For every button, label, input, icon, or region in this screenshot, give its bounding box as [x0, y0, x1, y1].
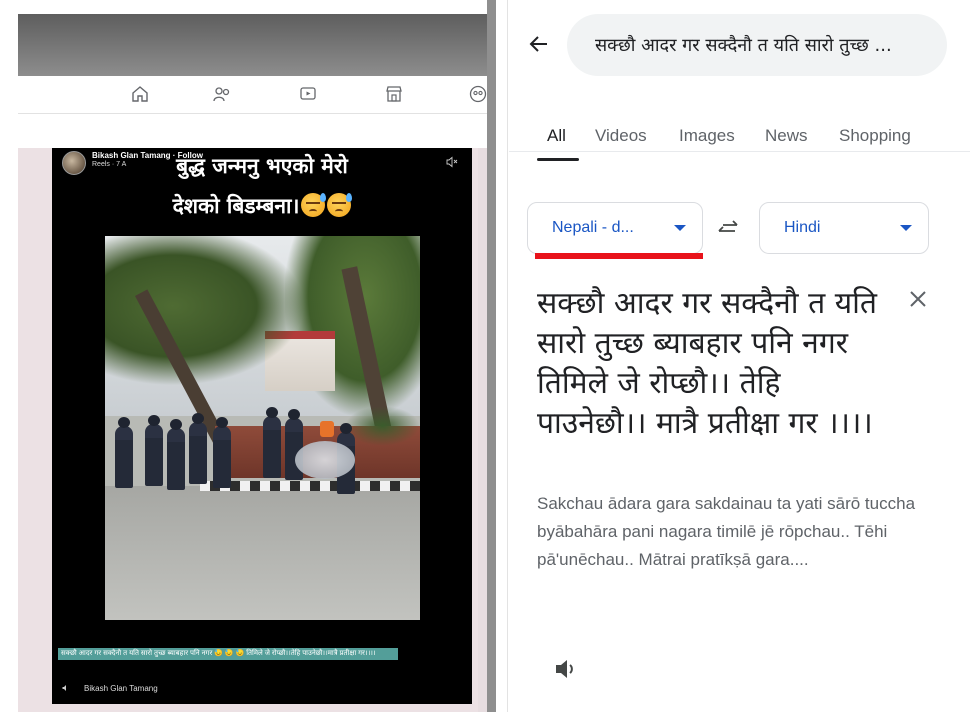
transliteration: Sakchau ādara gara sakdainau ta yati sār… [537, 494, 916, 569]
search-tabs: All Videos Images News Shopping [509, 118, 970, 152]
tab-images[interactable]: Images [679, 126, 735, 146]
tab-shopping[interactable]: Shopping [839, 126, 911, 146]
tab-news[interactable]: News [765, 126, 808, 146]
active-tab-indicator [537, 158, 579, 161]
pane-gutter [496, 0, 508, 712]
scrollbar[interactable] [478, 148, 487, 712]
reel-title-line-1: बुद्ध जन्मनु भएको मेरो [52, 152, 472, 180]
facebook-subbar [18, 114, 487, 148]
tab-all[interactable]: All [547, 126, 566, 146]
reel-footer: Bikash Glan Tamang [62, 684, 158, 693]
facebook-nav-bar [18, 76, 487, 114]
sad-sweat-emoji-icon [327, 193, 353, 217]
browser-top-bar [18, 14, 487, 76]
reel-title-text-1: बुद्ध जन्मनु भएको मेरो [176, 154, 348, 178]
reel-player[interactable]: Bikash Glan Tamang · Follow Reels · 7 A … [52, 148, 472, 704]
target-language-select[interactable]: Hindi [759, 202, 929, 254]
facebook-reel-pane: Bikash Glan Tamang · Follow Reels · 7 A … [0, 0, 487, 712]
target-language-label: Hindi [784, 219, 821, 236]
reel-caption: सक्छौ आदर गर सक्दैनौ त यति सारो तुच्छ ब्… [58, 648, 398, 660]
home-icon[interactable] [130, 84, 150, 104]
annotation-underline [535, 253, 703, 259]
reel-title-text-2: देशको बिडम्बना। [172, 194, 300, 218]
chevron-down-icon [900, 225, 912, 231]
search-input[interactable]: सक्छौ आदर गर सक्दैनौ त यति सारो तुच्छ ..… [567, 14, 947, 76]
speaker-icon[interactable] [62, 684, 70, 692]
speaker-icon[interactable] [553, 656, 579, 682]
tab-videos[interactable]: Videos [595, 126, 647, 146]
window-divider[interactable] [487, 0, 496, 712]
source-text[interactable]: सक्छौ आदर गर सक्दैनौ त यति सारो तुच्छ ब्… [537, 284, 885, 444]
source-language-select[interactable]: Nepali - d... [527, 202, 703, 254]
search-query[interactable]: सक्छौ आदर गर सक्दैनौ त यति सारो तुच्छ ..… [595, 33, 892, 57]
reel-video-frame[interactable] [105, 236, 420, 620]
friends-icon[interactable] [212, 84, 232, 104]
video-icon[interactable] [298, 84, 318, 104]
google-translate-pane: सक्छौ आदर गर सक्दैनौ त यति सारो तुच्छ ..… [509, 0, 970, 712]
reel-footer-author[interactable]: Bikash Glan Tamang [84, 684, 158, 693]
marketplace-icon[interactable] [384, 84, 404, 104]
arrow-left-icon[interactable] [527, 32, 551, 56]
chevron-down-icon [674, 225, 686, 231]
groups-icon[interactable] [468, 84, 487, 104]
screen: Bikash Glan Tamang · Follow Reels · 7 A … [0, 0, 970, 712]
swap-languages-icon[interactable] [715, 216, 741, 240]
source-language-label: Nepali - d... [552, 219, 634, 236]
close-icon[interactable] [905, 286, 931, 312]
sad-sweat-emoji-icon [301, 193, 327, 217]
reel-title-line-2: देशको बिडम्बना। [52, 192, 472, 220]
